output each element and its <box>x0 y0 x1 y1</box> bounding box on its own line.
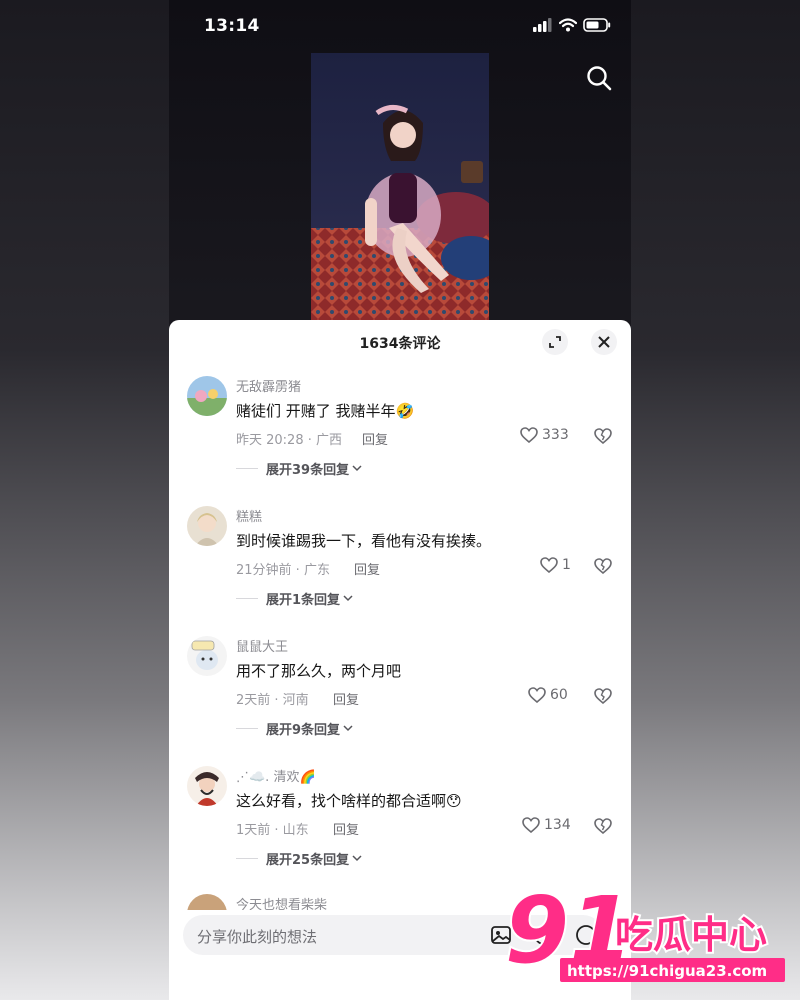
expand-replies-button[interactable]: 展开1条回复 <box>236 589 353 608</box>
divider-line <box>236 858 258 859</box>
comment-input-placeholder: 分享你此刻的想法 <box>197 928 318 946</box>
comment-username[interactable]: 今天也想看柴柴 <box>236 894 327 910</box>
status-bar: 13:14 <box>169 0 631 54</box>
like-button[interactable]: 60 <box>528 687 568 703</box>
comment-text: 用不了那么久，两个月吧 <box>236 662 402 680</box>
comment-username[interactable]: 鼠鼠大王 <box>236 636 288 655</box>
expand-replies-label: 展开25条回复 <box>266 853 350 868</box>
avatar[interactable] <box>187 506 227 546</box>
heart-icon <box>528 687 546 703</box>
reply-button[interactable]: 回复 <box>354 559 380 578</box>
dislike-icon[interactable] <box>594 817 612 835</box>
reply-button[interactable]: 回复 <box>333 689 359 708</box>
chevron-down-icon <box>343 725 353 732</box>
like-count: 1 <box>562 557 571 573</box>
close-icon <box>598 336 610 348</box>
like-button[interactable]: 134 <box>522 817 571 833</box>
expand-replies-label: 展开9条回复 <box>266 723 341 738</box>
expand-replies-button[interactable]: 展开9条回复 <box>236 719 353 738</box>
avatar[interactable] <box>187 636 227 676</box>
comment-text: 到时候谁踢我一下，看他有没有挨揍。 <box>236 532 492 550</box>
like-count: 134 <box>544 817 571 833</box>
reply-button[interactable]: 回复 <box>333 819 359 838</box>
chevron-down-icon <box>352 465 362 472</box>
watermark-logo: 91 吃瓜中心 https://91chigua23.com <box>503 875 795 990</box>
expand-replies-button[interactable]: 展开39条回复 <box>236 459 362 478</box>
heart-icon <box>540 557 558 573</box>
battery-icon <box>583 18 611 32</box>
comment-username[interactable]: 无敌霹雳猪 <box>236 376 301 395</box>
wifi-icon <box>559 18 577 32</box>
dislike-icon[interactable] <box>594 557 612 575</box>
search-icon[interactable] <box>585 64 613 92</box>
comments-header: 1634条评论 <box>169 320 631 364</box>
close-sheet-button[interactable] <box>591 329 617 355</box>
avatar[interactable] <box>187 766 227 806</box>
avatar[interactable] <box>187 894 227 910</box>
expand-replies-label: 展开1条回复 <box>266 593 341 608</box>
comment-text: 这么好看，找个啥样的都合适啊😯 <box>236 792 462 810</box>
reply-button[interactable]: 回复 <box>362 429 388 448</box>
expand-icon <box>549 336 561 348</box>
like-count: 333 <box>542 427 569 443</box>
like-count: 60 <box>550 687 568 703</box>
status-time: 13:14 <box>204 16 260 36</box>
dislike-icon[interactable] <box>594 687 612 705</box>
comment-time-location: 1天前 · 山东 <box>236 823 309 838</box>
expand-replies-button[interactable]: 展开25条回复 <box>236 849 362 868</box>
dislike-icon[interactable] <box>594 427 612 445</box>
comment-time-location: 2天前 · 河南 <box>236 693 309 708</box>
comment-time-location: 21分钟前 · 广东 <box>236 563 330 578</box>
system-icons <box>533 18 611 32</box>
expand-replies-label: 展开39条回复 <box>266 463 350 478</box>
like-button[interactable]: 333 <box>520 427 569 443</box>
heart-icon <box>520 427 538 443</box>
divider-line <box>236 598 258 599</box>
comment-text: 赌徒们 开赌了 我赌半年🤣 <box>236 402 415 420</box>
watermark-url: https://91chigua23.com <box>567 962 767 980</box>
avatar[interactable] <box>187 376 227 416</box>
divider-line <box>236 468 258 469</box>
like-button[interactable]: 1 <box>540 557 571 573</box>
divider-line <box>236 728 258 729</box>
chevron-down-icon <box>352 855 362 862</box>
signal-icon <box>533 18 552 32</box>
expand-sheet-button[interactable] <box>542 329 568 355</box>
comment-username[interactable]: ⋰☁️. 清欢🌈 <box>236 766 316 785</box>
comment-time-location: 昨天 20:28 · 广西 <box>236 433 342 448</box>
comment-username[interactable]: 糕糕 <box>236 506 262 525</box>
heart-icon <box>522 817 540 833</box>
video-thumbnail[interactable] <box>311 53 489 320</box>
watermark-brand-text: 吃瓜中心 <box>615 913 767 957</box>
chevron-down-icon <box>343 595 353 602</box>
phone-screen: 13:14 1634条评论 无敌霹雳猪 赌徒们 开赌了 我赌半年🤣 昨天 20:… <box>169 0 631 1000</box>
